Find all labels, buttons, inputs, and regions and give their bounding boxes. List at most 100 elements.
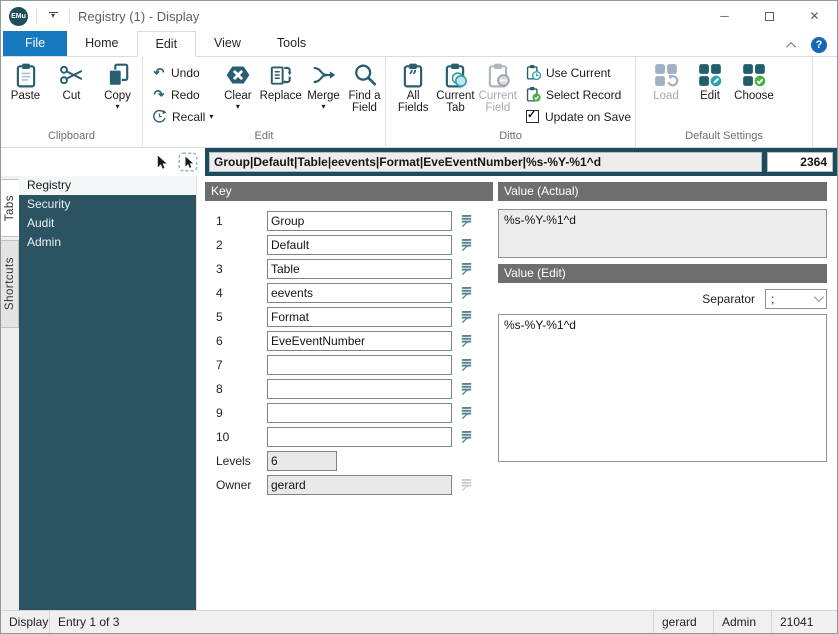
key-row-number: 4 [216,286,223,300]
help-button[interactable]: ? [811,37,827,53]
paste-button[interactable]: Paste [4,57,48,102]
chevron-down-icon: ▾ [209,112,214,121]
value-panel: Value (Actual) %s-%Y-%1^d Value (Edit) S… [498,182,827,462]
lookup-list-icon[interactable] [459,237,474,253]
key-input-3[interactable] [267,259,452,279]
edit-small-buttons: ↶ Undo ↷ Redo Recall ▾ [143,57,217,126]
key-row-number: 9 [216,406,223,420]
update-on-save-checkbox[interactable]: Update on Save [525,107,631,126]
replace-button[interactable]: Replace [258,57,303,102]
lookup-list-icon[interactable] [459,429,474,445]
app-window: EMu ▾ Registry (1) - Display ─ ✕ File Ho… [0,0,838,634]
quick-access-customize-button[interactable]: ▾ [45,12,61,20]
key-input-8[interactable] [267,379,452,399]
clear-label: Clear [224,90,252,102]
key-input-4[interactable] [267,283,452,303]
lookup-list-icon[interactable] [459,381,474,397]
use-current-button[interactable]: Use Current [525,63,631,82]
key-input-5[interactable] [267,307,452,327]
list-item-security[interactable]: Security [19,195,196,214]
all-fields-button[interactable]: All Fields [392,57,434,114]
lookup-list-icon[interactable] [459,333,474,349]
choose-button[interactable]: Choose [732,57,776,102]
lookup-list-icon[interactable] [459,357,474,373]
select-region-tool-button[interactable] [178,152,198,172]
lookup-list-icon[interactable] [459,405,474,421]
find-a-field-label: Find a Field [348,90,381,114]
undo-button[interactable]: ↶ Undo [151,63,213,82]
tab-home[interactable]: Home [67,31,136,56]
statusbar: Display Entry 1 of 3 gerard Admin 21041 [1,610,837,633]
lookup-list-icon-disabled [459,477,474,493]
close-button[interactable]: ✕ [792,1,837,31]
key-input-10[interactable] [267,427,452,447]
value-actual-box: %s-%Y-%1^d [498,209,827,258]
key-input-1[interactable] [267,211,452,231]
key-input-6[interactable] [267,331,452,351]
statusbar-mode: Display [9,615,49,629]
toolbar-row: Group|Default|Table|eevents|Format|EveEv… [1,148,837,176]
find-a-field-button[interactable]: Find a Field [344,57,385,114]
statusbar-number: 21041 [771,611,837,633]
lookup-list-icon[interactable] [459,309,474,325]
key-input-9[interactable] [267,403,452,423]
edit-settings-label: Edit [700,90,720,102]
pointer-tool-button[interactable] [153,154,169,170]
value-edit-textarea[interactable]: %s-%Y-%1^d [498,314,827,462]
maximize-icon [765,11,774,21]
key-path-field[interactable]: Group|Default|Table|eevents|Format|EveEv… [209,152,762,172]
key-input-7[interactable] [267,355,452,375]
lookup-list-icon[interactable] [459,213,474,229]
minimize-button[interactable]: ─ [702,1,747,31]
lookup-list-icon[interactable] [459,261,474,277]
recall-button[interactable]: Recall ▾ [151,107,213,126]
collapse-ribbon-button[interactable] [785,38,799,52]
ditto-small-buttons: Use Current Select Record Update on Save [519,57,635,126]
all-fields-clipboard-icon [400,62,426,88]
list-item-registry[interactable]: Registry [19,176,196,195]
current-tab-button[interactable]: Current Tab [434,57,476,114]
main-area: Tabs Shortcuts Registry Security Audit A… [1,176,837,610]
maximize-button[interactable] [747,1,792,31]
redo-button[interactable]: ↷ Redo [151,85,213,104]
ribbon-tab-row: File Home Edit View Tools ? [1,31,837,57]
side-tab-tabs[interactable]: Tabs [1,179,19,237]
chevron-down-icon: ▾ [50,11,55,20]
ribbon-group-ditto: All Fields Current Tab Current Field Use… [386,57,636,147]
copy-label: Copy [104,90,131,102]
key-row-2: 2 [205,233,493,257]
separator-dropdown[interactable]: ; [765,288,827,309]
replace-icon [268,62,294,88]
chevron-down-icon [813,292,824,303]
separator-value: ; [771,291,775,306]
app-logo-icon[interactable]: EMu [9,6,28,26]
key-row-5: 5 [205,305,493,329]
load-button: Load [644,57,688,102]
select-record-button[interactable]: Select Record [525,85,631,104]
tab-edit[interactable]: Edit [136,31,197,57]
clear-button[interactable]: Clear ▾ [217,57,258,111]
key-row-1: 1 [205,209,493,233]
key-input-2[interactable] [267,235,452,255]
merge-button[interactable]: Merge ▾ [303,57,344,111]
list-item-admin[interactable]: Admin [19,233,196,252]
ribbon: Paste Cut Copy ▾ Clipboard ↶ Undo ↷ Redo… [1,57,837,148]
list-item-audit[interactable]: Audit [19,214,196,233]
statusbar-group: Admin [713,611,771,633]
key-rows: 1 2 3 4 [205,209,493,497]
tab-file[interactable]: File [3,31,68,56]
lookup-list-icon[interactable] [459,285,474,301]
tab-tools[interactable]: Tools [259,31,324,56]
pointer-icon [153,154,169,170]
side-tab-shortcuts[interactable]: Shortcuts [1,240,19,328]
cut-button[interactable]: Cut [50,57,94,102]
edit-settings-button[interactable]: Edit [688,57,732,102]
default-settings-group-label: Default Settings [685,130,763,142]
titlebar-divider [36,9,37,23]
copy-button[interactable]: Copy ▾ [96,57,140,111]
window-title: Registry (1) - Display [78,8,200,24]
current-field-button: Current Field [477,57,519,114]
statusbar-spacer [139,611,653,633]
tab-view[interactable]: View [196,31,259,56]
key-row-8: 8 [205,377,493,401]
